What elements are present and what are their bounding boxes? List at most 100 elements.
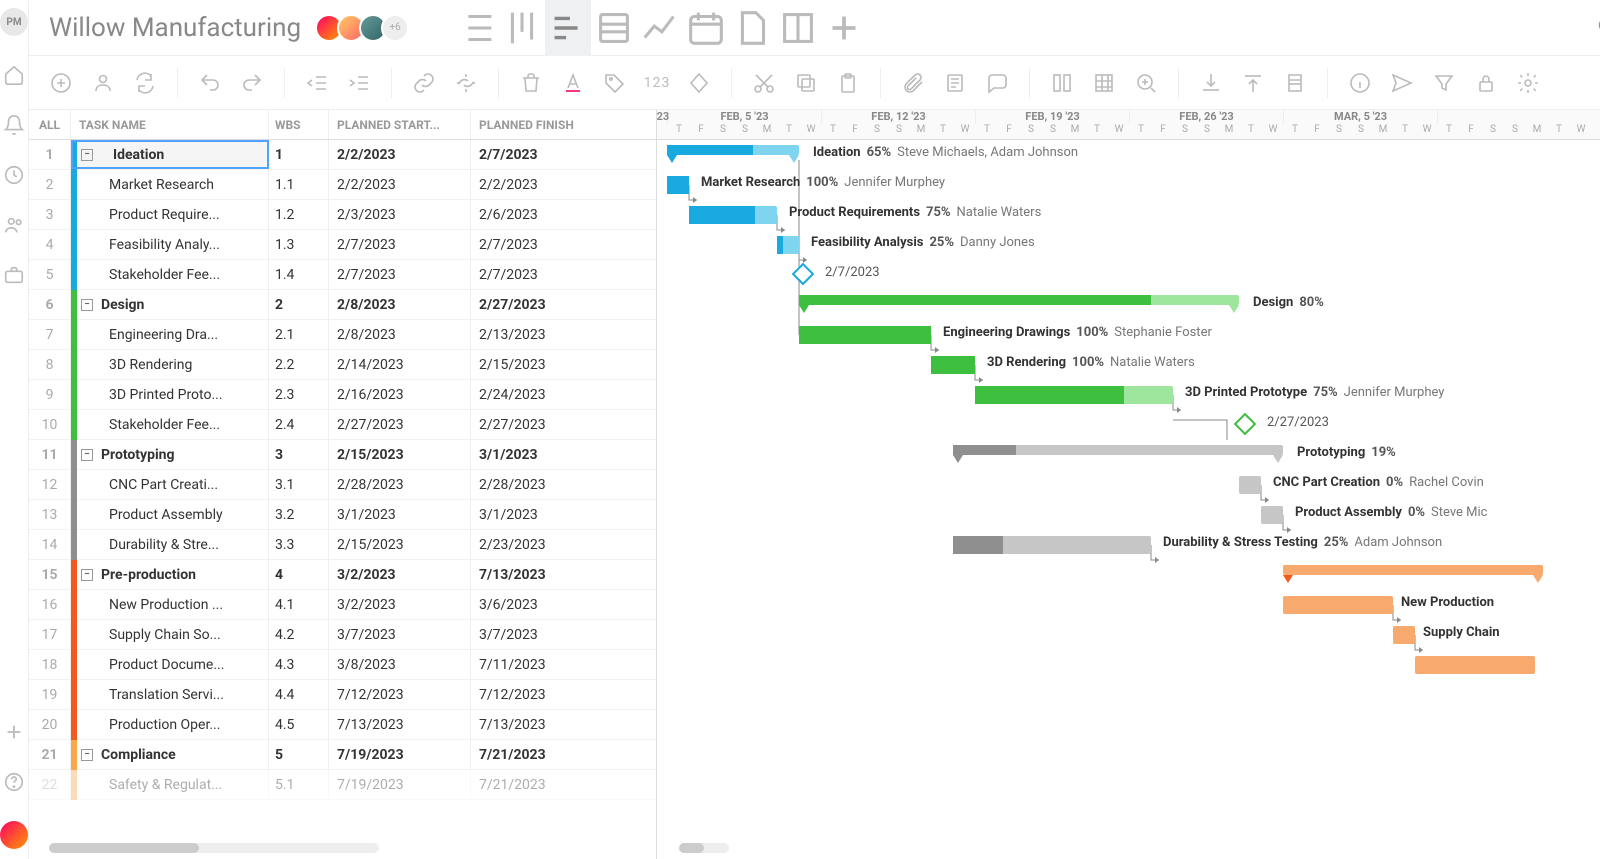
task-name-cell[interactable]: CNC Part Creati... [71, 470, 269, 499]
task-row[interactable]: 18 Product Docume... 4.3 3/8/2023 7/11/2… [29, 650, 656, 680]
task-row[interactable]: 7 Engineering Dra... 2.1 2/8/2023 2/13/2… [29, 320, 656, 350]
view-file-icon[interactable] [729, 0, 775, 56]
task-name-cell[interactable]: Stakeholder Fee... [71, 410, 269, 439]
task-name-cell[interactable]: − Pre-production [71, 560, 269, 589]
view-calendar-icon[interactable] [683, 0, 729, 56]
task-row[interactable]: 19 Translation Servi... 4.4 7/12/2023 7/… [29, 680, 656, 710]
gantt-bar[interactable] [975, 386, 1173, 404]
gantt-bar[interactable] [1261, 506, 1283, 524]
collapse-toggle-icon[interactable]: − [81, 299, 93, 311]
text-color-icon[interactable] [561, 71, 585, 95]
add-task-icon[interactable] [49, 71, 73, 95]
renumber-icon[interactable]: 123 [645, 71, 669, 95]
collapse-toggle-icon[interactable]: − [81, 449, 93, 461]
import-icon[interactable] [1199, 71, 1223, 95]
col-start[interactable]: PLANNED START... [329, 110, 471, 139]
task-name-cell[interactable]: − Prototyping [71, 440, 269, 469]
people-icon[interactable] [3, 214, 25, 236]
gantt-bar[interactable] [799, 326, 931, 344]
task-row[interactable]: 13 Product Assembly 3.2 3/1/2023 3/1/202… [29, 500, 656, 530]
home-icon[interactable] [3, 64, 25, 86]
gantt-bar[interactable] [667, 145, 799, 155]
task-row[interactable]: 4 Feasibility Analy... 1.3 2/7/2023 2/7/… [29, 230, 656, 260]
gantt-bar[interactable] [953, 536, 1151, 554]
task-name-cell[interactable]: Product Require... [71, 200, 269, 229]
gantt-bar[interactable] [689, 206, 777, 224]
task-name-cell[interactable]: Product Docume... [71, 650, 269, 679]
bell-icon[interactable] [3, 114, 25, 136]
gantt-bar[interactable] [953, 445, 1283, 455]
indent-icon[interactable] [347, 71, 371, 95]
task-name-cell[interactable]: Stakeholder Fee... [71, 260, 269, 289]
gear-icon[interactable] [1516, 71, 1540, 95]
lock-icon[interactable] [1474, 71, 1498, 95]
task-name-cell[interactable]: Engineering Dra... [71, 320, 269, 349]
info-icon[interactable] [1348, 71, 1372, 95]
task-row[interactable]: 1 − Ideation 1 2/2/2023 2/7/2023 [29, 140, 656, 170]
paste-icon[interactable] [836, 71, 860, 95]
export-icon[interactable] [1241, 71, 1265, 95]
task-row[interactable]: 6 − Design 2 2/8/2023 2/27/2023 [29, 290, 656, 320]
user-avatar[interactable] [0, 821, 28, 849]
comment-icon[interactable] [985, 71, 1009, 95]
people-stack[interactable]: +6 [321, 14, 409, 42]
task-name-cell[interactable]: − Ideation [71, 140, 269, 169]
gantt-horizontal-scrollbar[interactable] [679, 843, 729, 853]
task-row[interactable]: 2 Market Research 1.1 2/2/2023 2/2/2023 [29, 170, 656, 200]
task-row[interactable]: 5 Stakeholder Fee... 1.4 2/7/2023 2/7/20… [29, 260, 656, 290]
filter-icon[interactable] [1432, 71, 1456, 95]
gantt-bar[interactable] [1415, 656, 1535, 674]
collapse-toggle-icon[interactable]: − [81, 749, 93, 761]
print-icon[interactable] [1283, 71, 1307, 95]
redo-icon[interactable] [240, 71, 264, 95]
milestone-icon[interactable] [687, 71, 711, 95]
task-row[interactable]: 11 − Prototyping 3 2/15/2023 3/1/2023 [29, 440, 656, 470]
outdent-icon[interactable] [305, 71, 329, 95]
app-logo[interactable]: PM [0, 8, 28, 36]
undo-icon[interactable] [198, 71, 222, 95]
refresh-icon[interactable] [133, 71, 157, 95]
gantt-milestone[interactable] [792, 263, 815, 286]
task-name-cell[interactable]: 3D Rendering [71, 350, 269, 379]
task-row[interactable]: 15 − Pre-production 4 3/2/2023 7/13/2023 [29, 560, 656, 590]
gantt-bar[interactable] [1283, 565, 1543, 575]
view-panel-icon[interactable] [775, 0, 821, 56]
gantt-bar[interactable] [1239, 476, 1261, 494]
grid-horizontal-scrollbar[interactable] [49, 843, 379, 853]
col-wbs[interactable]: WBS [269, 110, 329, 139]
view-list-icon[interactable] [453, 0, 499, 56]
view-add-icon[interactable] [821, 0, 867, 56]
view-chart-icon[interactable] [637, 0, 683, 56]
collapse-toggle-icon[interactable]: − [81, 149, 93, 161]
columns-icon[interactable] [1050, 71, 1074, 95]
task-name-cell[interactable]: Supply Chain So... [71, 620, 269, 649]
scrollbar-thumb[interactable] [679, 843, 704, 853]
gantt-body[interactable]: Ideation65%Steve Michaels, Adam JohnsonM… [657, 140, 1600, 859]
scrollbar-thumb[interactable] [49, 843, 199, 853]
task-name-cell[interactable]: − Design [71, 290, 269, 319]
task-name-cell[interactable]: − Compliance [71, 740, 269, 769]
task-row[interactable]: 17 Supply Chain So... 4.2 3/7/2023 3/7/2… [29, 620, 656, 650]
task-row[interactable]: 21 − Compliance 5 7/19/2023 7/21/2023 [29, 740, 656, 770]
task-row[interactable]: 20 Production Oper... 4.5 7/13/2023 7/13… [29, 710, 656, 740]
task-name-cell[interactable]: Translation Servi... [71, 680, 269, 709]
note-icon[interactable] [943, 71, 967, 95]
gantt-bar[interactable] [931, 356, 975, 374]
copy-icon[interactable] [794, 71, 818, 95]
gantt-bar[interactable] [1393, 626, 1415, 644]
task-name-cell[interactable]: 3D Printed Proto... [71, 380, 269, 409]
send-icon[interactable] [1390, 71, 1414, 95]
gantt-bar[interactable] [667, 176, 689, 194]
assign-icon[interactable] [91, 71, 115, 95]
gantt-bar[interactable] [777, 236, 799, 254]
link-icon[interactable] [412, 71, 436, 95]
view-sheet-icon[interactable] [591, 0, 637, 56]
col-finish[interactable]: PLANNED FINISH [471, 110, 613, 139]
briefcase-icon[interactable] [3, 264, 25, 286]
grid-icon[interactable] [1092, 71, 1116, 95]
view-board-icon[interactable] [499, 0, 545, 56]
task-row[interactable]: 12 CNC Part Creati... 3.1 2/28/2023 2/28… [29, 470, 656, 500]
task-name-cell[interactable]: Safety & Regulat... [71, 770, 269, 799]
collapse-toggle-icon[interactable]: − [81, 569, 93, 581]
task-name-cell[interactable]: Feasibility Analy... [71, 230, 269, 259]
